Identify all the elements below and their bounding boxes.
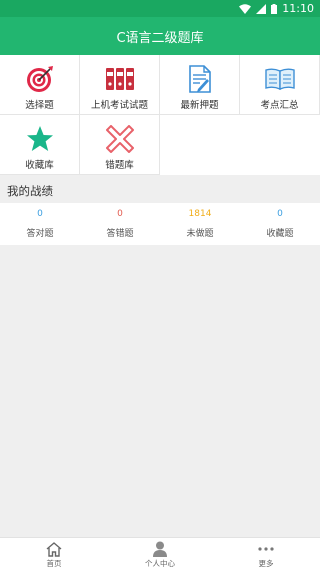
nav-profile[interactable]: 个人中心 — [107, 538, 213, 569]
signal-icon — [256, 3, 267, 14]
stat-undone[interactable]: 1814 未做题 — [160, 203, 240, 245]
page-title: C语言二级题库 — [116, 30, 204, 46]
stat-value: 0 — [37, 209, 43, 219]
target-icon — [25, 64, 55, 94]
home-icon — [46, 541, 62, 557]
grid-item-label: 选择题 — [25, 100, 54, 111]
record-title: 我的战绩 — [7, 184, 53, 198]
stat-label: 收藏题 — [266, 229, 294, 239]
grid-item-label: 最新押题 — [180, 100, 219, 111]
grid-item-label: 考点汇总 — [260, 100, 299, 111]
more-dots-icon — [258, 541, 274, 557]
record-stats: 0 答对题 0 答错题 1814 未做题 0 收藏题 — [0, 203, 320, 245]
stat-label: 答错题 — [106, 229, 134, 239]
grid-item-points[interactable]: 考点汇总 — [240, 55, 320, 115]
grid-item-favorites[interactable]: 收藏库 — [0, 115, 80, 175]
stat-correct[interactable]: 0 答对题 — [0, 203, 80, 245]
grid-item-label: 上机考试试题 — [90, 100, 148, 111]
nav-more[interactable]: 更多 — [213, 538, 319, 569]
stat-value: 0 — [117, 209, 123, 219]
wifi-icon — [239, 3, 252, 14]
cross-icon — [105, 124, 135, 154]
stat-favorites[interactable]: 0 收藏题 — [240, 203, 320, 245]
grid-item-exam[interactable]: 上机考试试题 — [80, 55, 160, 115]
app-bar: C语言二级题库 — [0, 17, 320, 55]
battery-icon — [271, 3, 278, 14]
binders-icon — [105, 64, 135, 94]
status-time: 11:10 — [282, 2, 314, 15]
status-bar: 11:10 — [0, 0, 320, 17]
stat-value: 0 — [277, 209, 283, 219]
stat-label: 未做题 — [186, 229, 214, 239]
person-icon — [152, 541, 168, 557]
grid-item-label: 收藏库 — [25, 160, 54, 171]
grid-item-latest[interactable]: 最新押题 — [160, 55, 240, 115]
nav-label: 更多 — [258, 559, 274, 568]
nav-home[interactable]: 首页 — [1, 538, 107, 569]
grid-item-label: 错题库 — [105, 160, 134, 171]
bottom-nav: 首页 个人中心 更多 — [0, 537, 320, 569]
star-icon — [25, 124, 55, 154]
stat-value: 1814 — [188, 209, 212, 219]
nav-label: 个人中心 — [145, 559, 175, 568]
grid-item-choice[interactable]: 选择题 — [0, 55, 80, 115]
open-book-icon — [264, 64, 295, 94]
status-icons: 11:10 — [239, 1, 314, 16]
stat-wrong[interactable]: 0 答错题 — [80, 203, 160, 245]
stat-label: 答对题 — [26, 229, 54, 239]
edit-document-icon — [185, 64, 215, 94]
grid-item-wrong[interactable]: 错题库 — [80, 115, 160, 175]
nav-label: 首页 — [46, 559, 62, 568]
function-grid: 选择题 上机考试试题 最新押题 考点汇总 收藏库 错题库 — [0, 55, 320, 175]
